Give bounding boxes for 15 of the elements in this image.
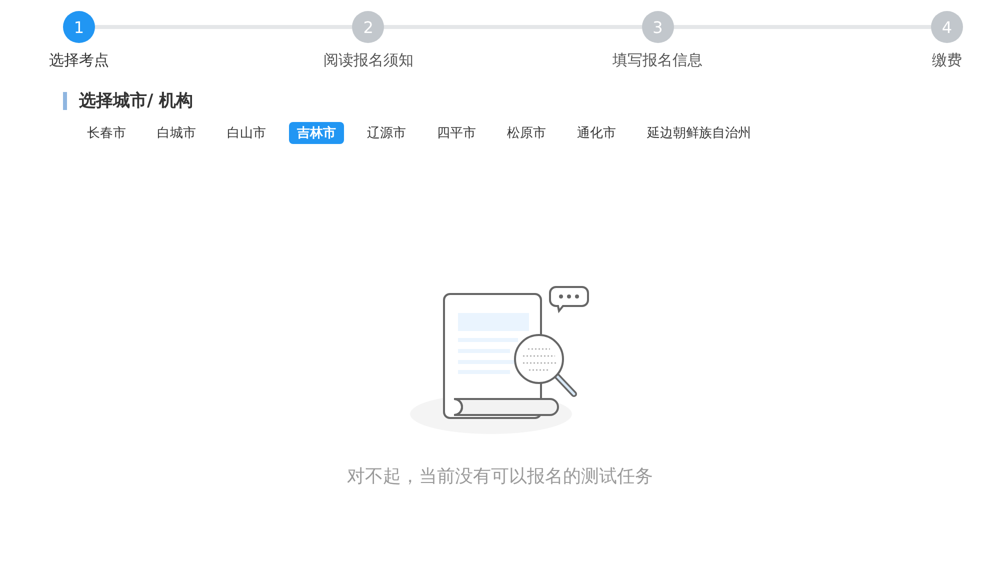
step-label: 选择考点 xyxy=(49,51,109,70)
step-label: 阅读报名须知 xyxy=(323,51,414,70)
city-tab[interactable]: 白城市 xyxy=(149,122,204,144)
city-tab[interactable]: 延边朝鲜族自治州 xyxy=(639,122,759,144)
section-title: 选择城市/ 机构 xyxy=(79,90,194,112)
city-tab[interactable]: 通化市 xyxy=(569,122,624,144)
city-tab[interactable]: 辽源市 xyxy=(359,122,414,144)
city-tab[interactable]: 四平市 xyxy=(429,122,484,144)
city-tab[interactable]: 长春市 xyxy=(79,122,134,144)
city-tab[interactable]: 白山市 xyxy=(219,122,274,144)
heading-accent-bar xyxy=(63,92,67,110)
empty-message: 对不起，当前没有可以报名的测试任务 xyxy=(347,465,653,488)
step-label: 填写报名信息 xyxy=(612,51,703,70)
city-tab[interactable]: 松原市 xyxy=(499,122,554,144)
step-label: 缴费 xyxy=(932,51,962,70)
